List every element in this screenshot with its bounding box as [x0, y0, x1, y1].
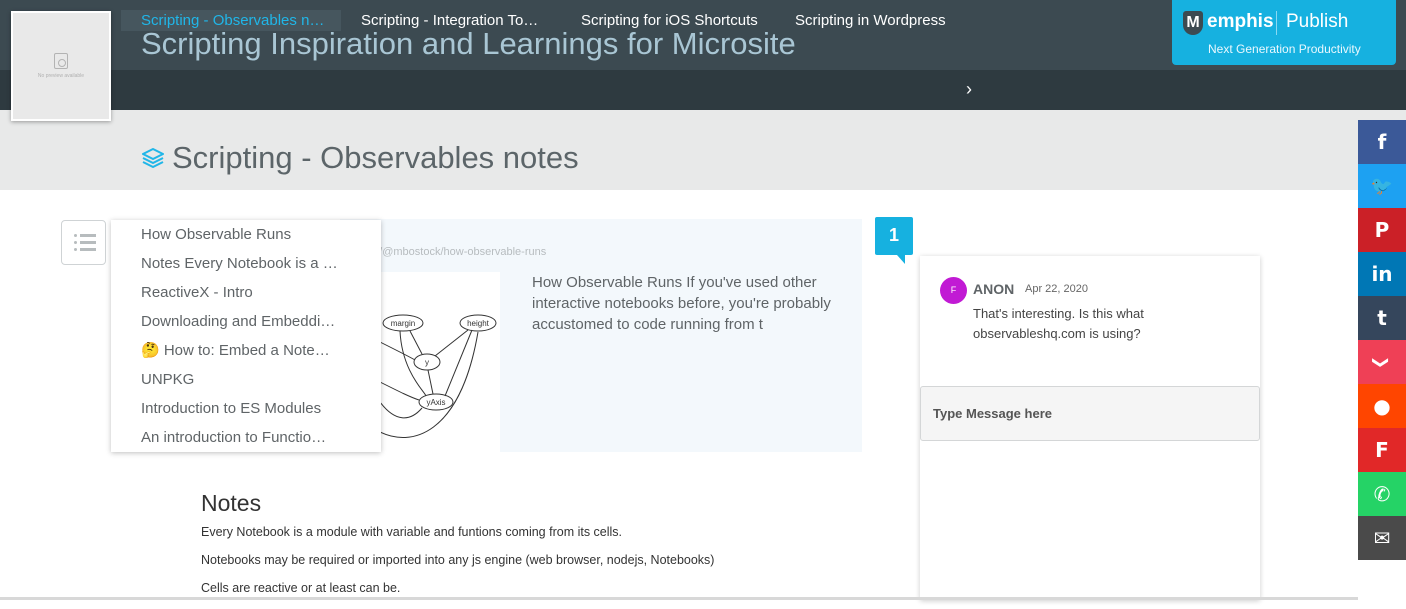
- site-thumbnail[interactable]: No preview available: [11, 11, 111, 121]
- list-icon-line: [74, 248, 96, 251]
- comment-count-badge[interactable]: 1: [875, 217, 913, 264]
- notes-paragraph: Notebooks may be required or imported in…: [201, 553, 715, 567]
- brand-badge[interactable]: M emphis Publish Next Generation Product…: [1172, 0, 1396, 65]
- tumblr-share-button[interactable]: t: [1358, 296, 1406, 340]
- share-bar: f 🐦 P in t ❯ ● F ✆ ✉: [1358, 120, 1406, 560]
- thumbnail-caption: No preview available: [37, 73, 85, 79]
- twitter-share-button[interactable]: 🐦: [1358, 164, 1406, 208]
- nav-next-chevron-icon[interactable]: ›: [966, 79, 972, 100]
- message-input[interactable]: [920, 386, 1260, 441]
- toc-item[interactable]: UNPKG: [141, 370, 194, 390]
- pinterest-icon: P: [1374, 218, 1390, 242]
- nav-tab-wordpress[interactable]: Scripting in Wordpress: [775, 10, 966, 31]
- linkedin-share-button[interactable]: in: [1358, 252, 1406, 296]
- notes-section: Notes Every Notebook is a module with va…: [201, 490, 901, 609]
- pocket-icon: ❯: [1372, 355, 1392, 369]
- toc-item[interactable]: Downloading and Embeddi…: [141, 312, 335, 332]
- comment-date: Apr 22, 2020: [1025, 283, 1088, 295]
- table-of-contents-button[interactable]: [61, 220, 106, 265]
- memphis-logo-icon: M: [1183, 11, 1203, 35]
- link-preview-card[interactable]: m/@mbostock/how-observable-runs margin h…: [340, 219, 862, 452]
- twitter-icon: 🐦: [1370, 175, 1394, 197]
- brand-publish: Publish: [1286, 11, 1349, 32]
- avatar: F: [940, 277, 967, 304]
- page-title: Scripting - Observables notes: [172, 140, 579, 175]
- reddit-icon: ●: [1373, 394, 1391, 418]
- whatsapp-icon: ✆: [1373, 482, 1391, 506]
- whatsapp-share-button[interactable]: ✆: [1358, 472, 1406, 516]
- notes-paragraph: Cells are reactive or at least can be.: [201, 581, 401, 595]
- comments-panel: F ANON Apr 22, 2020 That's interesting. …: [920, 256, 1260, 600]
- top-nav: [0, 70, 1406, 110]
- brand-divider: [1276, 11, 1277, 35]
- card-url[interactable]: m/@mbostock/how-observable-runs: [370, 246, 546, 258]
- comment-body: That's interesting. Is this what observa…: [973, 306, 1144, 341]
- toc-item[interactable]: Introduction to ES Modules: [141, 399, 321, 419]
- toc-item[interactable]: How Observable Runs: [141, 225, 291, 245]
- email-icon: ✉: [1373, 526, 1391, 550]
- list-icon: [74, 234, 96, 237]
- brand-tagline: Next Generation Productivity: [1208, 42, 1361, 56]
- flipboard-share-button[interactable]: F: [1358, 428, 1406, 472]
- toc-item[interactable]: 🤔 How to: Embed a Note…: [141, 341, 330, 361]
- nav-tab-integration[interactable]: Scripting - Integration To…: [341, 10, 558, 31]
- linkedin-icon: in: [1371, 262, 1393, 286]
- toc-dropdown: How Observable Runs Notes Every Notebook…: [111, 220, 381, 452]
- notes-paragraph: Every Notebook is a module with variable…: [201, 525, 623, 539]
- toc-item[interactable]: ReactiveX - Intro: [141, 283, 253, 303]
- notes-heading: Notes: [201, 490, 262, 516]
- pocket-share-button[interactable]: ❯: [1358, 340, 1406, 384]
- diagram-label-height: height: [467, 319, 490, 328]
- flipboard-icon: F: [1375, 438, 1389, 462]
- card-excerpt: How Observable Runs If you've used other…: [532, 274, 831, 333]
- comment-author: ANON: [973, 281, 1015, 297]
- diagram-label-margin: margin: [391, 319, 415, 328]
- tumblr-icon: t: [1377, 306, 1387, 330]
- layers-icon: [142, 148, 164, 168]
- toc-item[interactable]: Notes Every Notebook is a …: [141, 254, 338, 274]
- nav-tab-ios-shortcuts[interactable]: Scripting for iOS Shortcuts: [561, 10, 778, 31]
- diagram-label-yaxis: yAxis: [426, 398, 445, 407]
- email-share-button[interactable]: ✉: [1358, 516, 1406, 560]
- reddit-share-button[interactable]: ●: [1358, 384, 1406, 428]
- facebook-icon: f: [1377, 130, 1387, 154]
- nav-tab-observables[interactable]: Scripting - Observables n…: [121, 10, 341, 31]
- toc-item[interactable]: An introduction to Functio…: [141, 428, 326, 448]
- diagram-label-y: y: [425, 358, 429, 367]
- facebook-share-button[interactable]: f: [1358, 120, 1406, 164]
- site-title[interactable]: Scripting Inspiration and Learnings for …: [141, 26, 796, 62]
- list-icon-line: [74, 241, 96, 244]
- brand-name: emphis: [1207, 11, 1274, 32]
- image-placeholder-icon: [54, 53, 68, 69]
- pinterest-share-button[interactable]: P: [1358, 208, 1406, 252]
